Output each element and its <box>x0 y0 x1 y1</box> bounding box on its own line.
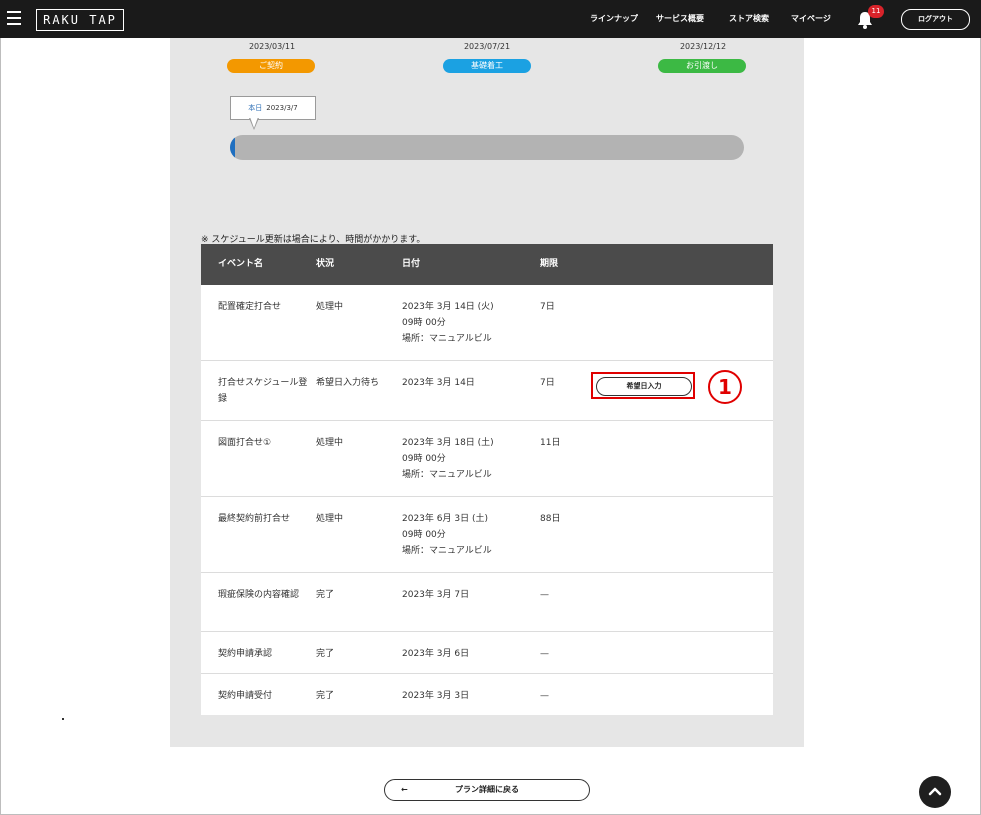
event-date-day: 2023年 3月 14日 <box>402 378 475 388</box>
table-row: 図面打合せ① 処理中 2023年 3月 18日 (土) 09時 00分 場所：マ… <box>201 421 773 497</box>
left-arrow-icon: ← <box>401 785 408 794</box>
event-name: 打合せスケジュール登録 <box>218 378 308 404</box>
event-status: 希望日入力待ち <box>316 378 380 388</box>
event-deadline: — <box>540 691 549 701</box>
column-header-date: 日付 <box>402 259 421 269</box>
nav-store-search-link[interactable]: ストア検索 <box>729 0 769 38</box>
event-date: 2023年 3月 18日 (土) 09時 00分 場所：マニュアルビル <box>402 435 532 483</box>
event-date-day: 2023年 3月 14日 (火) <box>402 302 494 312</box>
event-deadline: 7日 <box>540 378 555 388</box>
scroll-to-top-button[interactable] <box>919 776 951 808</box>
event-date-day: 2023年 3月 6日 <box>402 649 470 659</box>
logout-button[interactable]: ログアウト <box>901 9 970 30</box>
step-marker: 1 <box>708 370 742 404</box>
chevron-up-icon <box>928 787 942 796</box>
table-row: 契約申請受付 完了 2023年 3月 3日 — <box>201 674 773 715</box>
back-label: プラン詳細に戻る <box>455 785 519 794</box>
preferred-date-input-button[interactable]: 希望日入力 <box>596 377 692 396</box>
table-row: 契約申請承認 完了 2023年 3月 6日 — <box>201 632 773 674</box>
milestone-date: 2023/12/12 <box>679 42 727 51</box>
preferred-date-highlight: 希望日入力 <box>591 372 695 399</box>
event-status: 完了 <box>316 649 335 659</box>
event-date: 2023年 3月 6日 <box>402 646 532 662</box>
hamburger-line <box>7 11 21 13</box>
event-name: 契約申請承認 <box>218 649 273 659</box>
event-deadline: 11日 <box>540 438 561 448</box>
event-name: 最終契約前打合せ <box>218 514 291 524</box>
nav-service-link[interactable]: サービス概要 <box>656 0 704 38</box>
milestone-handover-badge: お引渡し <box>658 59 746 73</box>
hamburger-menu-icon[interactable] <box>7 11 21 25</box>
event-status: 処理中 <box>316 438 344 448</box>
today-date: 2023/3/7 <box>266 104 298 112</box>
event-deadline: — <box>540 590 549 600</box>
today-callout: 本日 2023/3/7 <box>230 96 316 120</box>
event-status: 処理中 <box>316 514 344 524</box>
event-date: 2023年 6月 3日 (土) 09時 00分 場所：マニュアルビル <box>402 511 532 559</box>
milestone-contract-badge: ご契約 <box>227 59 315 73</box>
milestone-foundation-badge: 基礎着工 <box>443 59 531 73</box>
progress-bar <box>230 135 744 160</box>
event-date-place: 場所：マニュアルビル <box>402 546 492 556</box>
column-header-event: イベント名 <box>218 259 264 269</box>
notification-badge: 11 <box>868 5 884 18</box>
table-row: 最終契約前打合せ 処理中 2023年 6月 3日 (土) 09時 00分 場所：… <box>201 497 773 573</box>
event-status: 完了 <box>316 590 335 600</box>
event-date: 2023年 3月 14日 <box>402 375 532 391</box>
top-header: RAKU TAP ラインナップ サービス概要 ストア検索 マイページ 11 ログ… <box>0 0 981 38</box>
hamburger-line <box>7 23 21 25</box>
event-date-day: 2023年 3月 7日 <box>402 590 470 600</box>
event-name: 配置確定打合せ <box>218 302 282 312</box>
event-name: 瑕疵保険の内容確認 <box>218 590 300 600</box>
event-date-place: 場所：マニュアルビル <box>402 334 492 344</box>
raku-tap-logo[interactable]: RAKU TAP <box>36 9 124 31</box>
hamburger-line <box>7 17 21 19</box>
event-date: 2023年 3月 7日 <box>402 587 532 603</box>
callout-tail-inner <box>250 117 258 128</box>
event-name: 契約申請受付 <box>218 691 273 701</box>
event-status: 完了 <box>316 691 335 701</box>
nav-lineup-link[interactable]: ラインナップ <box>590 0 638 38</box>
table-row: 配置確定打合せ 処理中 2023年 3月 14日 (火) 09時 00分 場所：… <box>201 285 773 361</box>
stray-dot <box>62 718 64 720</box>
nav-mypage-link[interactable]: マイページ <box>791 0 831 38</box>
event-deadline: — <box>540 649 549 659</box>
event-date-time: 09時 00分 <box>402 454 446 464</box>
table-header: イベント名 状況 日付 期限 <box>201 244 773 285</box>
event-date-day: 2023年 3月 18日 (土) <box>402 438 494 448</box>
milestone-date: 2023/07/21 <box>463 42 511 51</box>
column-header-status: 状況 <box>316 259 335 269</box>
back-to-plan-button[interactable]: プラン詳細に戻る ← <box>384 779 590 801</box>
event-date-place: 場所：マニュアルビル <box>402 470 492 480</box>
event-status: 処理中 <box>316 302 344 312</box>
event-deadline: 88日 <box>540 514 561 524</box>
event-date-time: 09時 00分 <box>402 318 446 328</box>
table-row: 瑕疵保険の内容確認 完了 2023年 3月 7日 — <box>201 573 773 632</box>
event-date-time: 09時 00分 <box>402 530 446 540</box>
today-label: 本日 <box>248 104 263 112</box>
event-date: 2023年 3月 14日 (火) 09時 00分 場所：マニュアルビル <box>402 299 532 347</box>
event-date-day: 2023年 6月 3日 (土) <box>402 514 488 524</box>
event-name: 図面打合せ① <box>218 438 272 448</box>
schedule-table: イベント名 状況 日付 期限 配置確定打合せ 処理中 2023年 3月 14日 … <box>201 244 773 715</box>
column-header-deadline: 期限 <box>540 259 559 269</box>
event-date-day: 2023年 3月 3日 <box>402 691 470 701</box>
milestone-date: 2023/03/11 <box>248 42 296 51</box>
event-date: 2023年 3月 3日 <box>402 688 532 704</box>
event-deadline: 7日 <box>540 302 555 312</box>
